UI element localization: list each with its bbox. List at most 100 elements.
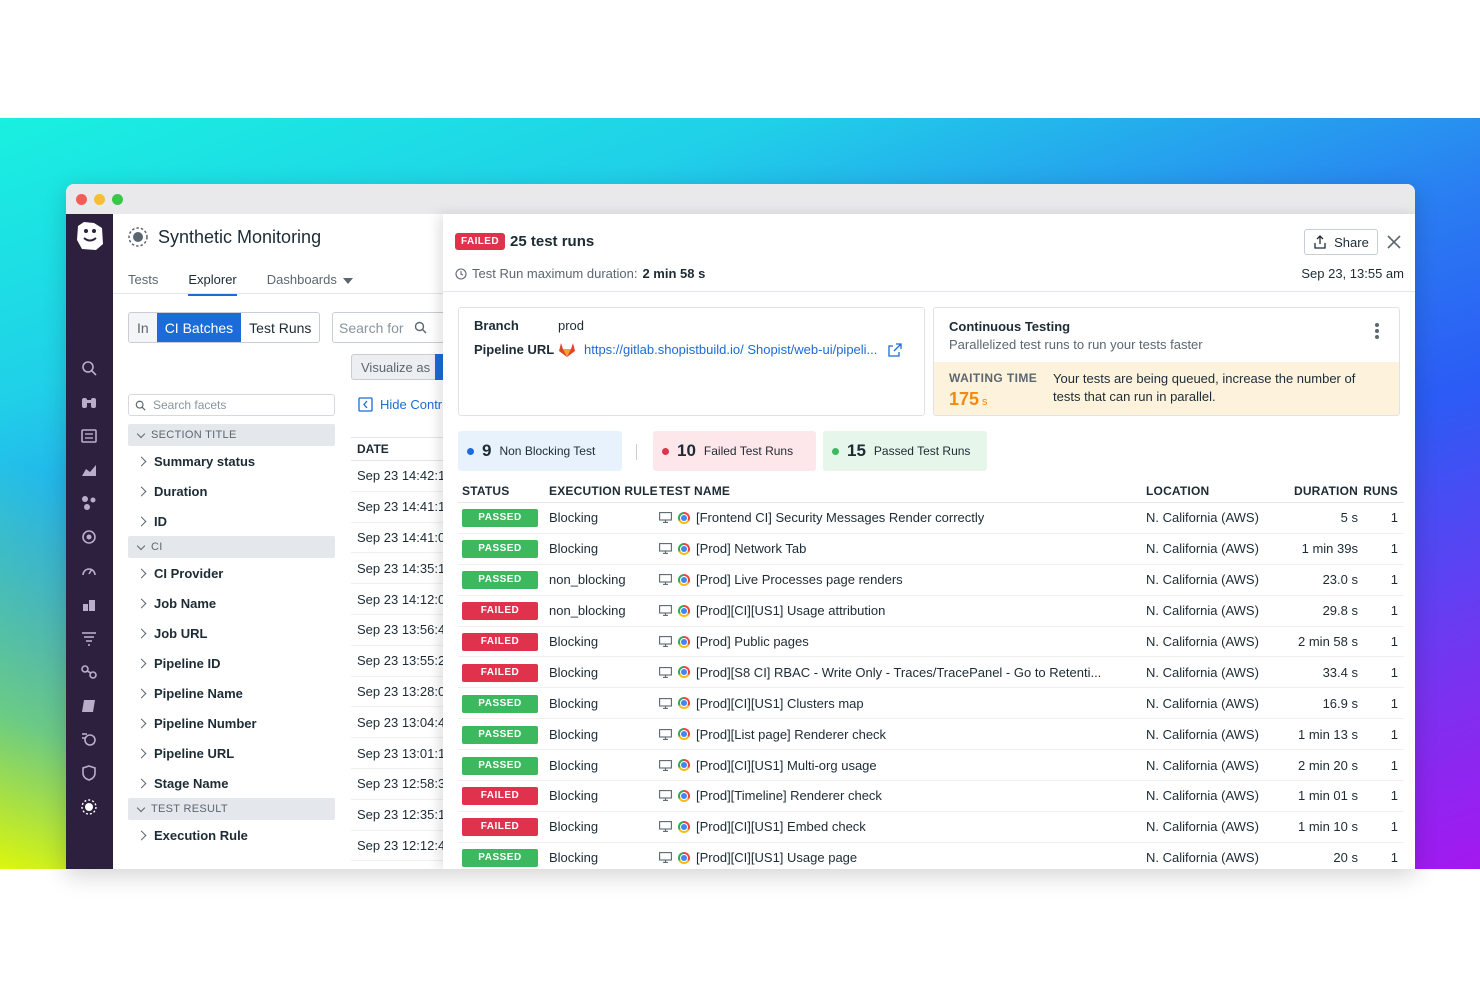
desktop-icon (659, 605, 672, 617)
table-row[interactable]: FAILED Blocking [Prod][CI][US1] Embed chec… (458, 812, 1404, 843)
col-duration[interactable]: DURATION (1266, 484, 1358, 498)
facet-item-ci-provider[interactable]: CI Provider (128, 558, 335, 588)
test-name-cell[interactable]: [Prod][CI][US1] Usage page (659, 850, 1146, 865)
test-name-cell[interactable]: [Prod][CI][US1] Usage attribution (659, 603, 1146, 618)
col-status[interactable]: STATUS (458, 484, 549, 498)
facet-item-pipeline-url[interactable]: Pipeline URL (128, 738, 335, 768)
segment-ci-batches[interactable]: CI Batches (156, 313, 242, 342)
notebook-icon[interactable] (80, 697, 98, 715)
date-cell[interactable]: Sep 23 13:01:10 (351, 738, 443, 769)
more-options-icon[interactable] (1375, 323, 1379, 341)
segment-in[interactable]: In (129, 313, 157, 342)
visualize-active-segment[interactable] (435, 354, 443, 380)
date-cell[interactable]: Sep 23 13:56:45 (351, 615, 443, 646)
integrations-icon[interactable] (80, 494, 98, 512)
datadog-logo-icon[interactable] (72, 218, 108, 254)
test-name-cell[interactable]: [Prod][CI][US1] Embed check (659, 819, 1146, 834)
table-row[interactable]: PASSED Blocking [Prod][CI][US1] Usage page… (458, 843, 1404, 869)
col-runs[interactable]: RUNS (1358, 484, 1404, 498)
location-cell: N. California (AWS) (1146, 603, 1259, 619)
status-dot (832, 447, 839, 455)
date-cell[interactable]: Sep 23 12:12:48 (351, 831, 443, 862)
facet-search-input[interactable]: Search facets (128, 394, 335, 416)
metrics-icon[interactable] (80, 461, 98, 479)
date-cell[interactable]: Sep 23 14:12:02 (351, 584, 443, 615)
search-input[interactable]: Search for (332, 312, 443, 343)
close-icon[interactable] (1385, 233, 1403, 251)
facet-item-stage-name[interactable]: Stage Name (128, 768, 335, 798)
date-cell[interactable]: Sep 23 13:28:09 (351, 677, 443, 708)
facet-item-id[interactable]: ID (128, 506, 335, 536)
table-row[interactable]: PASSED Blocking [Prod][List page] Renderer… (458, 719, 1404, 751)
external-link-icon[interactable] (888, 342, 903, 357)
monitors-icon[interactable] (80, 528, 98, 546)
maximize-window-dot[interactable] (112, 193, 123, 205)
apm-icon[interactable] (80, 663, 98, 681)
facet-section-header[interactable]: CI (128, 536, 335, 558)
test-name-cell[interactable]: [Prod] Public pages (659, 634, 1146, 649)
hide-controls-button[interactable]: Hide Contr (358, 397, 442, 412)
table-row[interactable]: PASSED non_blocking [Prod] Live Processes … (458, 565, 1404, 596)
facet-item-duration[interactable]: Duration (128, 476, 335, 506)
facet-item-job-url[interactable]: Job URL (128, 618, 335, 648)
security-signals-icon[interactable] (80, 730, 98, 748)
date-cell[interactable]: Sep 23 14:41:10 (351, 492, 443, 523)
date-cell[interactable]: Sep 23 14:42:18 (351, 461, 443, 492)
date-cell[interactable]: Sep 23 13:55:23 (351, 646, 443, 677)
test-name-cell[interactable]: [Prod][List page] Renderer check (659, 727, 1146, 742)
date-cell[interactable]: Sep 23 14:35:15 (351, 553, 443, 585)
shield-icon[interactable] (80, 764, 98, 782)
table-row[interactable]: PASSED Blocking [Prod][CI][US1] Clusters m… (458, 688, 1404, 720)
synthetics-icon[interactable] (80, 798, 98, 816)
table-row[interactable]: FAILED Blocking [Prod][Timeline] Renderer … (458, 781, 1404, 812)
col-execution-rule[interactable]: EXECUTION RULE (549, 484, 659, 498)
test-name-cell[interactable]: [Prod][CI][US1] Multi-org usage (659, 758, 1146, 773)
table-row[interactable]: PASSED Blocking [Frontend CI] Security Mes… (458, 503, 1404, 534)
date-cell[interactable]: Sep 23 14:41:08 (351, 523, 443, 554)
failed-runs-chip[interactable]: 10 Failed Test Runs (653, 431, 816, 471)
facet-item-pipeline-number[interactable]: Pipeline Number (128, 708, 335, 738)
col-test-name[interactable]: TEST NAME (659, 484, 1146, 498)
table-row[interactable]: FAILED Blocking [Prod][S8 CI] RBAC - Write… (458, 657, 1404, 689)
logs-icon[interactable] (80, 629, 98, 647)
minimize-window-dot[interactable] (94, 193, 105, 205)
share-button[interactable]: Share (1304, 229, 1378, 255)
segment-test-runs[interactable]: Test Runs (241, 313, 320, 342)
facet-item-execution-rule[interactable]: Execution Rule (128, 820, 335, 850)
collapse-panel-icon (358, 397, 373, 412)
table-row[interactable]: PASSED Blocking [Prod] Network Tab N. Calif… (458, 534, 1404, 565)
close-window-dot[interactable] (76, 193, 87, 205)
passed-runs-chip[interactable]: 15 Passed Test Runs (823, 431, 987, 471)
table-row[interactable]: FAILED Blocking [Prod] Public pages N. Cali… (458, 627, 1404, 658)
facet-item-pipeline-name[interactable]: Pipeline Name (128, 678, 335, 708)
chrome-icon (678, 573, 690, 586)
facet-item-pipeline-id[interactable]: Pipeline ID (128, 648, 335, 678)
date-cell[interactable]: Sep 23 12:35:12 (351, 800, 443, 831)
test-name-cell[interactable]: [Prod][CI][US1] Clusters map (659, 696, 1146, 711)
date-column-header[interactable]: DATE (351, 437, 443, 461)
table-row[interactable]: FAILED non_blocking [Prod][CI][US1] Usage … (458, 596, 1404, 627)
test-name-cell[interactable]: [Frontend CI] Security Messages Render c… (659, 510, 1146, 525)
pipeline-url-link[interactable]: https://gitlab.shopistbuild.io/ Shopist/… (584, 342, 877, 357)
dashboard-icon[interactable] (80, 427, 98, 445)
table-row[interactable]: PASSED Blocking [Prod][CI][US1] Multi-org … (458, 750, 1404, 782)
search-icon[interactable] (80, 359, 98, 377)
infrastructure-icon[interactable] (80, 596, 98, 614)
non-blocking-chip[interactable]: 9 Non Blocking Test (458, 431, 622, 471)
test-name-cell[interactable]: [Prod] Network Tab (659, 541, 1146, 556)
date-cell[interactable]: Sep 23 12:58:34 (351, 769, 443, 800)
binoculars-icon[interactable] (80, 393, 98, 411)
desktop-icon (659, 790, 672, 802)
facet-item-summary-status[interactable]: Summary status (128, 446, 335, 476)
chrome-icon (678, 604, 690, 617)
col-location[interactable]: LOCATION (1146, 484, 1266, 498)
gauge-icon[interactable] (80, 562, 98, 580)
test-name-cell[interactable]: [Prod] Live Processes page renders (659, 572, 1146, 587)
date-cell[interactable]: Sep 23 13:04:46 (351, 707, 443, 739)
facet-section-header[interactable]: TEST RESULT (128, 798, 335, 820)
visualize-as-dropdown[interactable]: Visualize as (351, 354, 443, 380)
facet-section-header[interactable]: SECTION TITLE (128, 424, 335, 446)
test-name-cell[interactable]: [Prod][Timeline] Renderer check (659, 788, 1146, 803)
test-name-cell[interactable]: [Prod][S8 CI] RBAC - Write Only - Traces… (659, 665, 1146, 680)
facet-item-job-name[interactable]: Job Name (128, 588, 335, 618)
